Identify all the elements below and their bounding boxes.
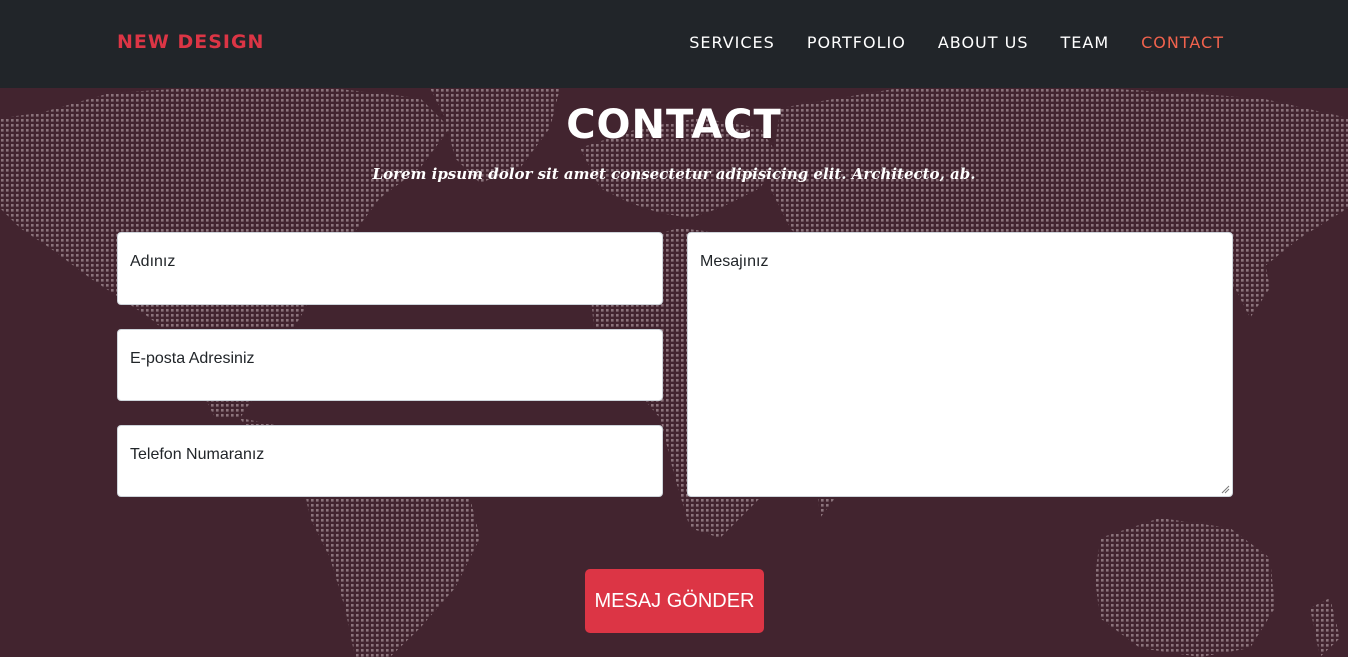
contact-section: CONTACT Lorem ipsum dolor sit amet conse… — [0, 88, 1348, 657]
email-input[interactable]: E-posta Adresiniz — [117, 329, 663, 401]
message-textarea-placeholder: Mesajınız — [700, 253, 769, 270]
email-input-placeholder: E-posta Adresiniz — [130, 350, 255, 367]
nav-link-services[interactable]: SERVICES — [689, 33, 775, 52]
nav-link-team[interactable]: TEAM — [1060, 33, 1109, 52]
section-subtitle: Lorem ipsum dolor sit amet consectetur a… — [372, 165, 976, 183]
section-title: CONTACT — [566, 102, 782, 148]
message-textarea[interactable]: Mesajınız — [687, 232, 1233, 497]
nav-link-portfolio[interactable]: PORTFOLIO — [807, 33, 906, 52]
navbar: NEW DESIGN SERVICES PORTFOLIO ABOUT US T… — [0, 0, 1348, 88]
brand-logo[interactable]: NEW DESIGN — [117, 31, 264, 53]
phone-input-placeholder: Telefon Numaranız — [130, 446, 265, 463]
phone-input[interactable]: Telefon Numaranız — [117, 425, 663, 497]
resize-grip-icon[interactable] — [1221, 485, 1230, 494]
nav-link-contact[interactable]: CONTACT — [1141, 33, 1224, 52]
nav-link-about-us[interactable]: ABOUT US — [938, 33, 1029, 52]
name-input[interactable]: Adınız — [117, 232, 663, 305]
send-message-button[interactable]: MESAJ GÖNDER — [585, 569, 764, 633]
main-nav: SERVICES PORTFOLIO ABOUT US TEAM CONTACT — [689, 33, 1224, 52]
name-input-placeholder: Adınız — [130, 253, 176, 270]
